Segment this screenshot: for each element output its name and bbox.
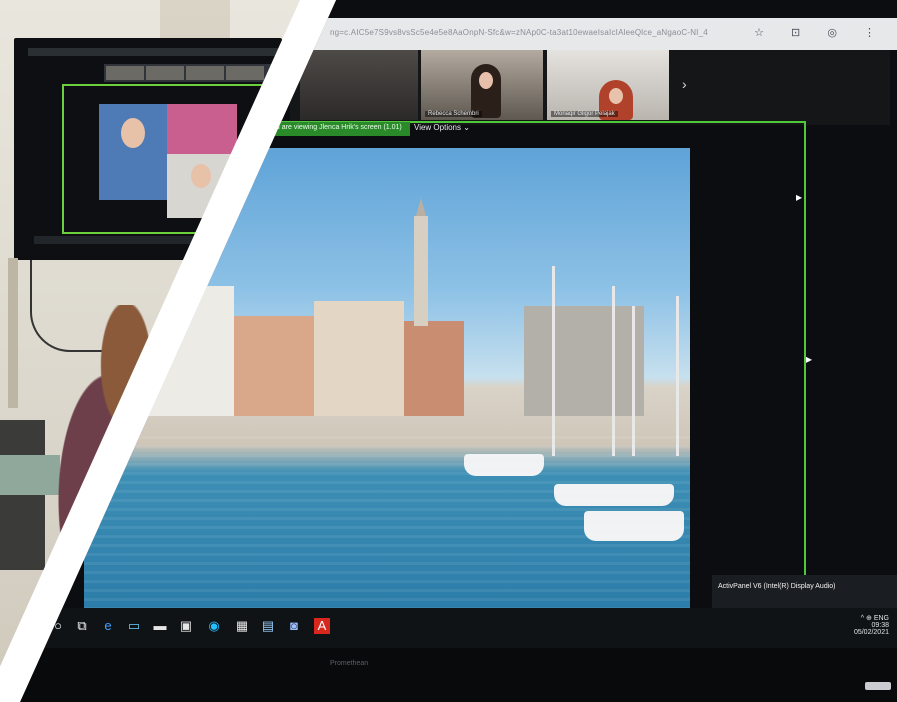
- participant-tile-classroom[interactable]: [300, 50, 418, 120]
- store-icon[interactable]: ▣: [178, 618, 194, 634]
- participant-name: Monaqir Gligor Pelajak: [551, 111, 618, 117]
- monitor-bezel: [20, 648, 897, 702]
- photos-icon[interactable]: ▤: [260, 618, 276, 634]
- share-banner-text: You are viewing Jlenca Hrik's screen (1.…: [268, 124, 402, 131]
- monitor-boy-tile: [167, 154, 237, 218]
- teams-icon[interactable]: ◙: [286, 618, 302, 634]
- usb-stick: [865, 682, 891, 690]
- tray-icons[interactable]: ^ ⊕ ENG: [854, 614, 889, 622]
- next-participants-button[interactable]: ›: [682, 76, 687, 92]
- participant-tile-teacher[interactable]: Monaqir Gligor Pelajak: [547, 50, 669, 120]
- mouse-cursor: ▸: [806, 352, 813, 366]
- system-tray[interactable]: ^ ⊕ ENG 09:38 05/02/2021: [854, 614, 889, 636]
- monitor-brand: Promethean: [330, 660, 369, 667]
- camera-icon[interactable]: ▦: [234, 618, 250, 634]
- audio-device-label: ActivPanel V6 (Intel(R) Display Audio): [718, 583, 836, 590]
- edge-icon[interactable]: e: [100, 618, 116, 634]
- monitor-thumbnail-strip: [104, 64, 274, 82]
- browser-toolbar: ng=c.AIC5e7S9vs8vsSc5e4e5e8AaOnpN-Sfc&w=…: [300, 18, 897, 50]
- view-options-button[interactable]: View Options ⌄: [414, 123, 470, 132]
- acrobat-icon[interactable]: A: [314, 618, 330, 634]
- browser-action-icons[interactable]: ☆ ⊡ ◎ ⋮: [754, 26, 887, 39]
- share-banner: You are viewing Jlenca Hrik's screen (1.…: [262, 122, 410, 136]
- explorer-icon[interactable]: ▭: [126, 618, 142, 634]
- browser-icon[interactable]: ◉: [206, 618, 222, 634]
- monitor-video-tile: [99, 104, 169, 200]
- monitor-browser-bar: [28, 48, 278, 56]
- address-bar[interactable]: ng=c.AIC5e7S9vs8vsSc5e4e5e8AaOnpN-Sfc&w=…: [330, 28, 708, 37]
- wall-pillar: [8, 258, 18, 408]
- participant-tile-student[interactable]: Rebecca Schembri: [421, 50, 543, 120]
- participant-name: Rebecca Schembri: [425, 111, 482, 117]
- clock-date: 05/02/2021: [853, 629, 889, 636]
- task-view-icon[interactable]: ⧉: [74, 618, 90, 634]
- mail-icon[interactable]: ▬: [152, 618, 168, 634]
- bell-tower: [414, 198, 428, 326]
- clock-time: 09:38: [871, 622, 889, 629]
- windows-taskbar: ○ ⧉ e ▭ ▬ ▣ ◉ ▦ ▤ ◙ A ^ ⊕ ENG 09:38 05/0…: [40, 608, 897, 648]
- participant-person: [471, 64, 501, 118]
- mouse-cursor: ▸: [796, 190, 803, 204]
- monitor-art-tile: [167, 104, 237, 154]
